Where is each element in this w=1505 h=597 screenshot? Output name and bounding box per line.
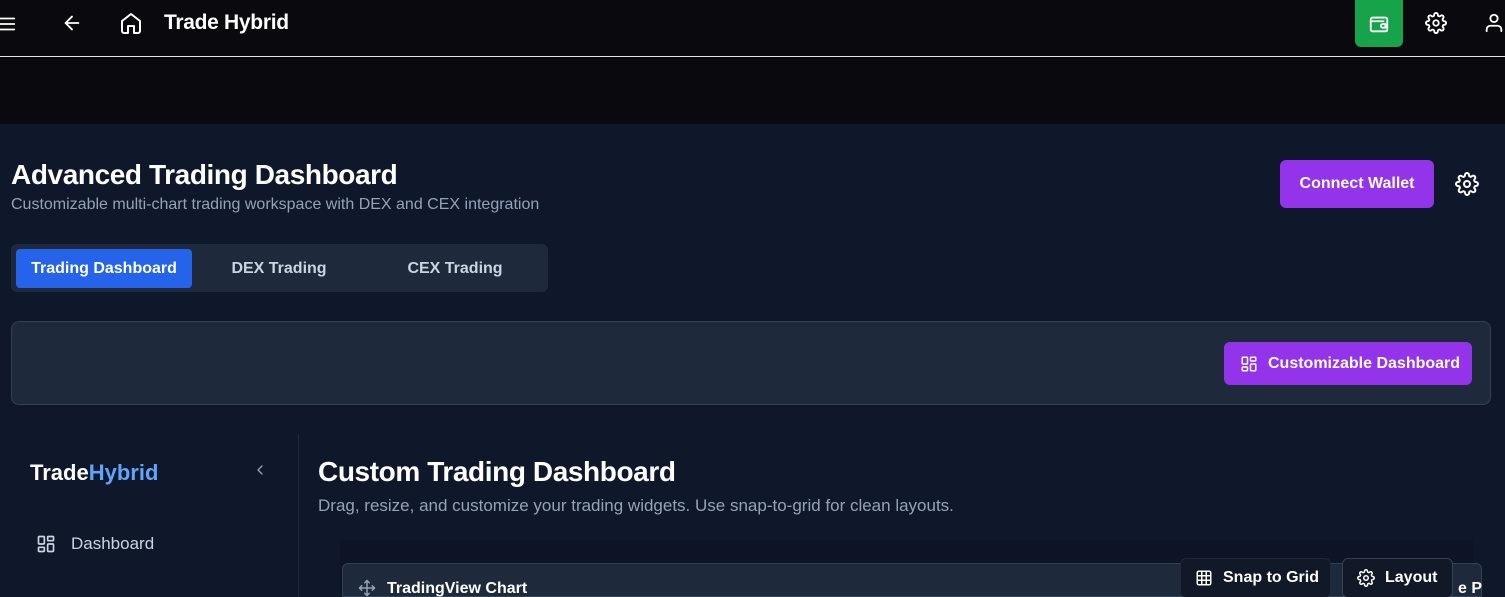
sidebar-brand[interactable]: TradeHybrid — [30, 460, 158, 486]
chevron-left-icon[interactable] — [252, 462, 268, 483]
layout-button[interactable]: Layout — [1342, 558, 1453, 597]
tab-cex-trading[interactable]: CEX Trading — [366, 249, 544, 288]
gear-icon[interactable] — [1455, 172, 1479, 196]
brand-hybrid: Hybrid — [88, 460, 159, 485]
snap-to-grid-button[interactable]: Snap to Grid — [1180, 558, 1331, 597]
menu-icon[interactable] — [0, 12, 18, 36]
customizable-dashboard-label: Customizable Dashboard — [1268, 354, 1461, 372]
page-title: Advanced Trading Dashboard — [11, 159, 398, 190]
wallet-icon — [1369, 16, 1389, 32]
clipped-widget-title: e P — [1458, 580, 1483, 597]
sidebar-item-dashboard[interactable]: Dashboard — [36, 534, 154, 554]
customizable-dashboard-button[interactable]: Customizable Dashboard — [1224, 342, 1472, 385]
content-title: Custom Trading Dashboard — [318, 456, 676, 487]
sidebar-item-label: Dashboard — [71, 534, 155, 553]
move-icon[interactable] — [358, 579, 376, 597]
page-subtitle: Customizable multi-chart trading workspa… — [11, 196, 540, 213]
app-title[interactable]: Trade Hybrid — [164, 11, 289, 35]
header-band — [0, 57, 1505, 124]
brand-trade: Trade — [30, 460, 89, 485]
toolbar-panel: Customizable Dashboard — [11, 321, 1491, 405]
wallet-button[interactable] — [1355, 0, 1403, 47]
top-app-bar: Trade Hybrid — [0, 0, 1505, 57]
arrow-left-icon[interactable] — [60, 11, 84, 35]
tab-bar: Trading Dashboard DEX Trading CEX Tradin… — [11, 244, 548, 292]
content-subtitle: Drag, resize, and customize your trading… — [318, 496, 954, 515]
snap-to-grid-label: Snap to Grid — [1223, 569, 1319, 586]
connect-wallet-button[interactable]: Connect Wallet — [1280, 160, 1434, 208]
gear-icon[interactable] — [1424, 11, 1448, 35]
widget-title: TradingView Chart — [387, 580, 528, 597]
tab-dex-trading[interactable]: DEX Trading — [192, 249, 366, 288]
grid-icon — [1196, 570, 1212, 586]
layout-label: Layout — [1385, 569, 1438, 586]
dashboard-grid-icon — [37, 535, 55, 553]
tab-trading-dashboard[interactable]: Trading Dashboard — [16, 249, 192, 288]
gear-icon — [1357, 569, 1375, 587]
dashboard-grid-icon — [1241, 356, 1257, 371]
user-icon[interactable] — [1482, 11, 1505, 35]
home-icon[interactable] — [118, 10, 144, 36]
sidebar: TradeHybrid Dashboard — [0, 434, 299, 597]
